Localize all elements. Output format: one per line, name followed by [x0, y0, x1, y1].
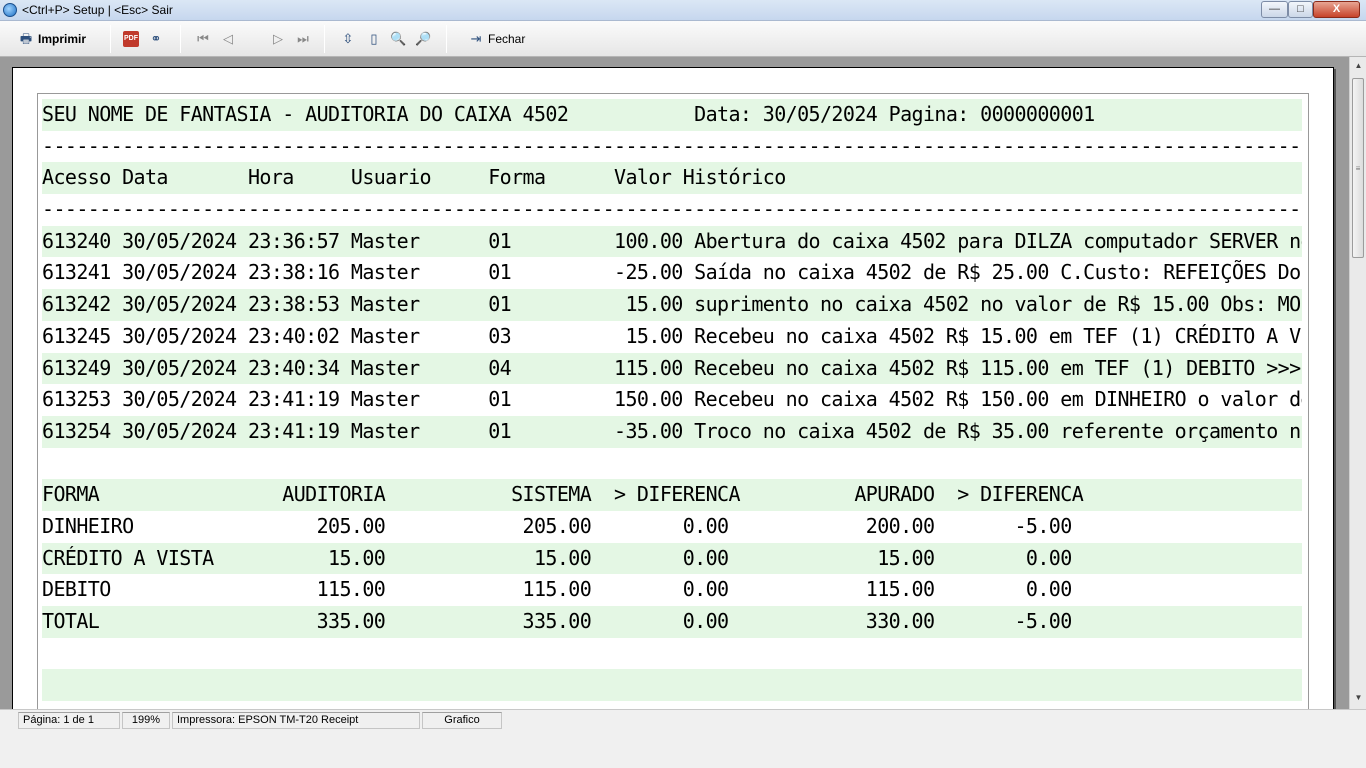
page-width-button[interactable]: ⇳: [340, 28, 356, 50]
report-line: 613253 30/05/2024 23:41:19 Master 01 150…: [42, 387, 1302, 412]
export-pdf-button[interactable]: PDF: [123, 28, 139, 50]
printer-icon: 🖶: [19, 31, 33, 46]
report-line: SEU NOME DE FANTASIA - AUDITORIA DO CAIX…: [42, 99, 1302, 131]
page-indicator: Página: 1 de 1: [18, 712, 120, 729]
status-bar: Página: 1 de 1 199% Impressora: EPSON TM…: [0, 709, 1366, 730]
toolbar-separator: [110, 25, 111, 53]
close-window-button[interactable]: X: [1313, 1, 1360, 18]
toolbar-separator: [324, 25, 325, 53]
prev-page-icon: ◁: [223, 31, 233, 46]
report-line: ----------------------------------------…: [42, 133, 1302, 158]
printer-indicator: Impressora: EPSON TM-T20 Receipt: [172, 712, 420, 729]
report-line: [42, 669, 1302, 702]
app-icon: [3, 3, 17, 17]
next-page-icon: ▷: [273, 31, 283, 46]
first-page-icon: ⏮: [197, 31, 209, 46]
whole-page-icon: ▯: [370, 31, 378, 46]
report-line: 613254 30/05/2024 23:41:19 Master 01 -35…: [42, 415, 1302, 448]
exit-icon: ⇥: [470, 31, 482, 46]
report-line: 613242 30/05/2024 23:38:53 Master 01 15.…: [42, 289, 1302, 321]
report-body: SEU NOME DE FANTASIA - AUDITORIA DO CAIX…: [42, 99, 1302, 709]
scroll-up-icon[interactable]: ▲: [1350, 57, 1366, 74]
report-line: TOTAL 335.00 335.00 0.00 330.00 -5.00: [42, 606, 1302, 638]
report-line: DEBITO 115.00 115.00 0.00 115.00 0.00: [42, 577, 1072, 602]
toolbar-separator: [180, 25, 181, 53]
report-line: FORMA AUDITORIA SISTEMA > DIFERENCA APUR…: [42, 479, 1302, 511]
report-line: 613241 30/05/2024 23:38:16 Master 01 -25…: [42, 260, 1302, 285]
zoom-in-icon: 🔍: [390, 31, 407, 46]
close-label: Fechar: [488, 32, 526, 46]
zoom-out-icon: 🔎: [415, 31, 432, 46]
report-line: Acesso Data Hora Usuario Forma Valor His…: [42, 162, 1302, 195]
title-bar: <Ctrl+P> Setup | <Esc> Sair — □ X: [0, 0, 1366, 21]
window-title: <Ctrl+P> Setup | <Esc> Sair: [22, 3, 173, 17]
zoom-in-button[interactable]: 🔍: [390, 28, 406, 50]
vertical-scrollbar[interactable]: ▲ ≡ ▼: [1349, 57, 1366, 709]
scroll-thumb[interactable]: ≡: [1352, 78, 1364, 258]
print-button[interactable]: 🖶 Imprimir: [18, 28, 86, 50]
print-label: Imprimir: [38, 32, 87, 46]
preview-viewport[interactable]: SEU NOME DE FANTASIA - AUDITORIA DO CAIX…: [0, 57, 1366, 709]
toolbar: 🖶 Imprimir PDF ⚭ ⏮ ◁ ▷ ⏭ ⇳ ▯ 🔍 🔎 ⇥ Fecha…: [0, 21, 1366, 57]
close-button[interactable]: ⇥ Fechar: [468, 28, 526, 50]
maximize-button[interactable]: □: [1288, 1, 1313, 18]
mode-indicator: Grafico: [422, 712, 502, 729]
whole-page-button[interactable]: ▯: [366, 28, 382, 50]
report-line: [42, 448, 1302, 480]
find-button[interactable]: ⚭: [148, 28, 164, 50]
report-line: 613240 30/05/2024 23:36:57 Master 01 100…: [42, 225, 1302, 258]
report-page: SEU NOME DE FANTASIA - AUDITORIA DO CAIX…: [12, 67, 1334, 709]
report-line: CRÉDITO A VISTA 15.00 15.00 0.00 15.00 0…: [42, 542, 1302, 575]
zoom-indicator: 199%: [122, 712, 170, 729]
last-page-icon: ⏭: [297, 31, 309, 46]
prev-page-button[interactable]: ◁: [220, 28, 236, 50]
report-line: DINHEIRO 205.00 205.00 0.00 200.00 -5.00: [42, 513, 1072, 538]
report-line: [42, 701, 1302, 709]
page-width-icon: ⇳: [342, 31, 354, 46]
next-page-button[interactable]: ▷: [270, 28, 286, 50]
zoom-out-button[interactable]: 🔎: [415, 28, 431, 50]
first-page-button[interactable]: ⏮: [195, 28, 211, 50]
last-page-button[interactable]: ⏭: [295, 28, 311, 50]
pdf-icon: PDF: [123, 31, 139, 47]
binoculars-icon: ⚭: [150, 31, 162, 46]
report-line: 613245 30/05/2024 23:40:02 Master 03 15.…: [42, 323, 1302, 348]
report-line: [42, 638, 1302, 670]
minimize-button[interactable]: —: [1261, 1, 1288, 18]
report-line: 613249 30/05/2024 23:40:34 Master 04 115…: [42, 352, 1302, 385]
toolbar-separator: [446, 25, 447, 53]
report-line: ----------------------------------------…: [42, 197, 1302, 222]
scroll-down-icon[interactable]: ▼: [1350, 689, 1366, 706]
